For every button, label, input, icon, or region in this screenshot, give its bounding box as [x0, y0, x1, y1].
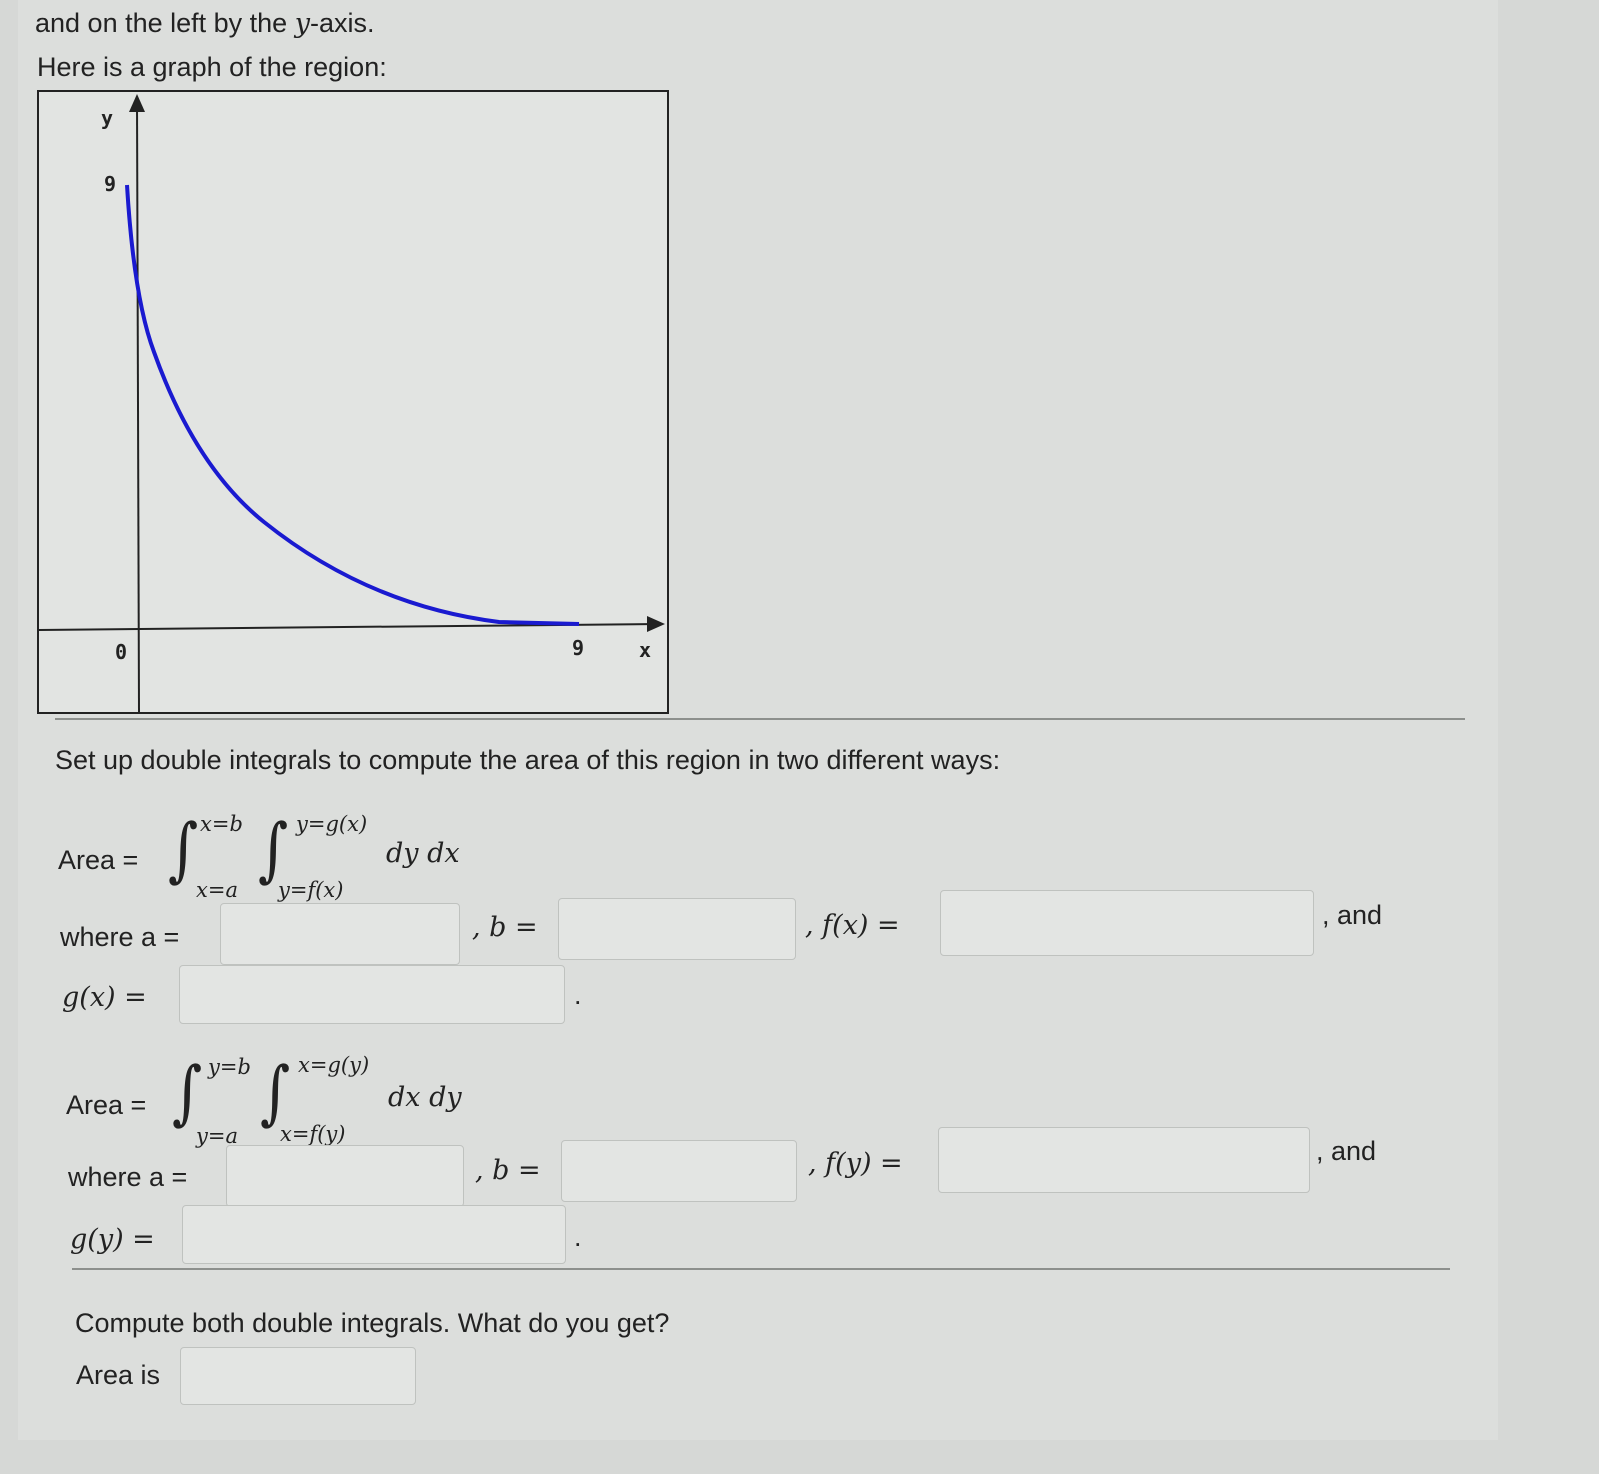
f-input-1[interactable] [940, 890, 1314, 956]
instructions: Set up double integrals to compute the a… [55, 745, 1001, 775]
lower-limit-outer-1: x=a [196, 878, 238, 902]
f-label-1: , f(x) = [805, 910, 900, 941]
lower-limit-inner-1: y=f(x) [278, 878, 344, 902]
b-input-1[interactable] [558, 898, 796, 960]
a-input-2[interactable] [226, 1145, 464, 1207]
intro-line-1: and on the left by the y-axis. [35, 8, 375, 39]
origin-label: 0 [115, 640, 128, 664]
upper-limit-outer-2: y=b [208, 1055, 251, 1079]
period-1: . [574, 980, 582, 1010]
upper-limit-outer-1: x=b [200, 812, 243, 836]
upper-limit-inner-2: x=g(y) [298, 1053, 370, 1077]
and-label-2: , and [1316, 1136, 1377, 1166]
period-2: . [574, 1222, 582, 1252]
g-input-1[interactable] [179, 965, 565, 1024]
integral-sign-outer: ∫ [172, 1051, 203, 1133]
g-input-2[interactable] [182, 1205, 566, 1264]
x-tick-label: 9 [572, 636, 585, 660]
differential-2: dx dy [388, 1082, 462, 1113]
f-input-2[interactable] [938, 1127, 1310, 1193]
b-label-1: , b = [472, 912, 538, 943]
differential-1: dy dx [386, 838, 460, 869]
y-axis [136, 99, 140, 712]
where-a-label-2: where a = [68, 1162, 188, 1192]
x-axis-arrow [647, 616, 665, 632]
region-curve [125, 184, 580, 626]
integral-sign-outer: ∫ [168, 808, 199, 890]
area-label-1: Area = [58, 845, 139, 875]
f-label-2: , f(y) = [808, 1148, 903, 1179]
area-answer-input[interactable] [180, 1347, 416, 1405]
and-label-1: , and [1322, 900, 1383, 930]
integral-sign-inner: ∫ [260, 1051, 291, 1133]
lower-limit-inner-2: x=f(y) [280, 1122, 346, 1146]
area-label-2: Area = [66, 1090, 147, 1120]
y-axis-label: y [101, 106, 114, 130]
y-axis-arrow [129, 94, 145, 112]
region-graph: y 9 0 9 x [37, 90, 669, 714]
b-input-2[interactable] [561, 1140, 797, 1202]
compute-question: Compute both double integrals. What do y… [75, 1308, 670, 1338]
b-label-2: , b = [475, 1155, 541, 1186]
x-axis-label: x [639, 638, 652, 662]
area-is-label: Area is [76, 1360, 161, 1390]
divider [55, 718, 1465, 720]
a-input-1[interactable] [220, 903, 460, 965]
intro-line-2: Here is a graph of the region: [37, 52, 387, 82]
divider [72, 1268, 1450, 1270]
g-label-2: g(y) = [70, 1224, 155, 1255]
upper-limit-inner-1: y=g(x) [296, 812, 368, 836]
y-tick-label: 9 [104, 172, 117, 196]
where-a-label-1: where a = [60, 922, 180, 952]
g-label-1: g(x) = [62, 982, 147, 1013]
